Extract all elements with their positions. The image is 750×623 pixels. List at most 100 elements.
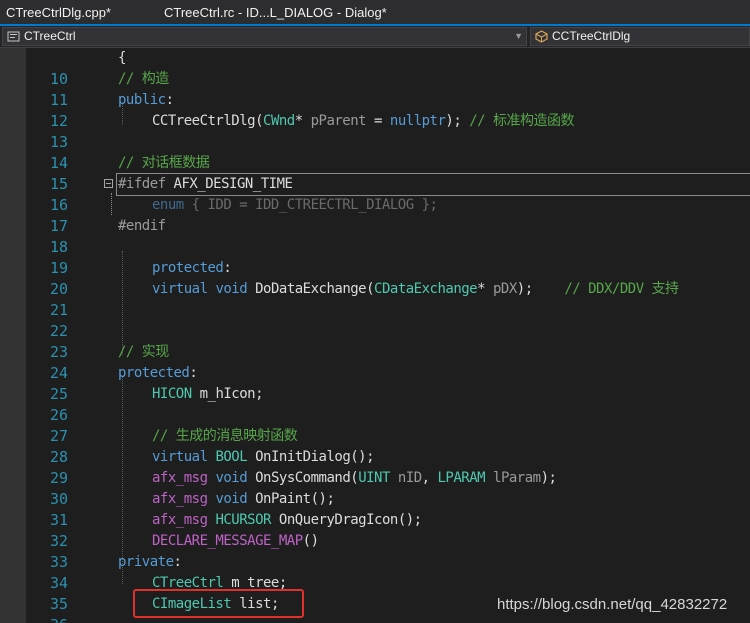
code-line-12: 12 public: bbox=[0, 90, 750, 130]
code-keyword: enum bbox=[152, 197, 184, 213]
code-text: virtual BOOL OnInitDialog(); bbox=[152, 447, 375, 468]
code-line-32: 32 afx_msg HCURSOR OnQueryDragIcon(); bbox=[0, 510, 750, 550]
code-line-15: 15 // 对话框数据 bbox=[0, 153, 750, 193]
code-text: { bbox=[118, 48, 126, 69]
chevron-down-icon: ▼ bbox=[514, 31, 523, 41]
code-line-16: 16 #ifdef AFX_DESIGN_TIME bbox=[0, 174, 750, 214]
code-token: CCTreeCtrlDlg( bbox=[152, 113, 264, 129]
code-keyword: virtual bbox=[152, 281, 208, 297]
code-text: HICON m_hIcon; bbox=[152, 384, 264, 405]
code-token: = bbox=[366, 113, 390, 129]
code-token: AFX_DESIGN_TIME bbox=[173, 176, 293, 192]
project-scope-dropdown[interactable]: CTreeCtrl ▼ bbox=[2, 27, 527, 46]
code-text: afx_msg HCURSOR OnQueryDragIcon(); bbox=[152, 510, 422, 531]
code-keyword: virtual bbox=[152, 449, 208, 465]
code-text: protected: bbox=[118, 363, 198, 384]
code-preprocessor: #ifdef bbox=[118, 176, 174, 192]
code-keyword: protected bbox=[118, 365, 190, 381]
code-text: // 生成的消息映射函数 bbox=[152, 426, 298, 447]
code-line-25: 25 protected: bbox=[0, 363, 750, 403]
code-comment: // 对话框数据 bbox=[118, 155, 210, 171]
code-line-26: 26 HICON m_hIcon; bbox=[0, 384, 750, 424]
code-text: // 构造 bbox=[118, 69, 169, 90]
code-type: CDataExchange bbox=[374, 281, 478, 297]
code-type: HICON bbox=[152, 386, 192, 402]
code-text: enum { IDD = IDD_CTREECTRL_DIALOG }; bbox=[152, 195, 438, 216]
code-line-35: 35 CTreeCtrl m_tree; bbox=[0, 573, 750, 613]
code-text: DECLARE_MESSAGE_MAP() bbox=[152, 531, 319, 552]
tab-ctreectrldlg-cpp[interactable]: CTreeCtrlDlg.cpp* bbox=[6, 0, 111, 24]
code-line-18: 18 #endif bbox=[0, 216, 750, 256]
project-icon bbox=[7, 31, 20, 42]
code-token: m_hIcon; bbox=[191, 386, 264, 402]
code-keyword: void bbox=[215, 281, 248, 297]
class-scope-dropdown[interactable]: CCTreeCtrlDlg bbox=[530, 27, 750, 46]
code-line-28: 28 // 生成的消息映射函数 bbox=[0, 426, 750, 466]
code-line-20: 20 protected: bbox=[0, 258, 750, 298]
code-line-31: 31 afx_msg void OnPaint(); bbox=[0, 489, 750, 529]
code-text: private: bbox=[118, 552, 182, 573]
code-text: #ifdef AFX_DESIGN_TIME bbox=[118, 174, 293, 195]
code-comment: // 实现 bbox=[118, 344, 169, 360]
code-token: DoDataExchange( bbox=[247, 281, 375, 297]
code-text: // 对话框数据 bbox=[118, 153, 210, 174]
code-token: OnQueryDragIcon bbox=[270, 512, 398, 528]
code-text: afx_msg void OnSysCommand(UINT nID, LPAR… bbox=[152, 468, 557, 489]
code-token: ); bbox=[516, 281, 565, 297]
navigation-bar: CTreeCtrl ▼ CCTreeCtrlDlg bbox=[0, 26, 750, 48]
code-parameter: pParent bbox=[310, 113, 367, 129]
code-comment: // 构造 bbox=[118, 71, 169, 87]
code-text: public: bbox=[118, 90, 174, 111]
code-token: (); bbox=[397, 512, 422, 528]
tab-ctreectrl-rc-dialog[interactable]: CTreeCtrl.rc - ID...L_DIALOG - Dialog* bbox=[164, 0, 387, 24]
code-line-13: 13 CCTreeCtrlDlg(CWnd* pParent = nullptr… bbox=[0, 111, 750, 151]
code-macro: afx_msg bbox=[152, 512, 208, 528]
code-token: ); bbox=[540, 470, 557, 486]
code-line-22: 22 bbox=[0, 300, 750, 340]
code-parameter: pDX bbox=[492, 281, 517, 297]
code-text: // 实现 bbox=[118, 342, 169, 363]
code-token: { bbox=[118, 50, 126, 66]
code-keyword: private bbox=[118, 554, 174, 570]
code-type: HCURSOR bbox=[215, 512, 271, 528]
code-type: CWnd bbox=[263, 113, 295, 129]
code-keyword: protected bbox=[152, 260, 224, 276]
code-line-34: 34 private: bbox=[0, 552, 750, 592]
code-type: UINT bbox=[358, 470, 390, 486]
code-line-17: 17 enum { IDD = IDD_CTREECTRL_DIALOG }; bbox=[0, 195, 750, 235]
code-text: CCTreeCtrlDlg(CWnd* pParent = nullptr); … bbox=[152, 111, 575, 132]
code-macro: DECLARE_MESSAGE_MAP bbox=[152, 533, 303, 549]
annotation-highlight-box bbox=[133, 589, 304, 618]
project-scope-label: CTreeCtrl bbox=[24, 29, 76, 43]
code-preprocessor: #endif bbox=[118, 218, 166, 234]
code-editor[interactable]: 10 { 11 // 构造 12 public: 13 CCTreeCtrlDl… bbox=[0, 48, 750, 623]
code-token: * bbox=[477, 281, 493, 297]
code-text: #endif bbox=[118, 216, 166, 237]
code-line-24: 24 // 实现 bbox=[0, 342, 750, 382]
code-keyword: public bbox=[118, 92, 166, 108]
document-tab-bar: CTreeCtrlDlg.cpp* CTreeCtrl.rc - ID...L_… bbox=[0, 0, 750, 26]
code-line-11: 11 // 构造 bbox=[0, 69, 750, 109]
code-token: : bbox=[173, 554, 182, 570]
code-inactive: { IDD = IDD_CTREECTRL_DIALOG }; bbox=[183, 197, 438, 213]
code-token: OnInitDialog bbox=[247, 449, 351, 465]
code-text: afx_msg void OnPaint(); bbox=[152, 489, 335, 510]
code-token: ); bbox=[445, 113, 470, 129]
code-line-14: 14 bbox=[0, 132, 750, 172]
code-token: (); bbox=[350, 449, 375, 465]
code-macro: afx_msg bbox=[152, 470, 208, 486]
code-token: (); bbox=[310, 491, 335, 507]
code-line-27: 27 bbox=[0, 405, 750, 445]
code-line-33: 33 DECLARE_MESSAGE_MAP() bbox=[0, 531, 750, 571]
code-token: : bbox=[223, 260, 232, 276]
code-type: BOOL bbox=[215, 449, 248, 465]
code-line-21: 21 virtual void DoDataExchange(CDataExch… bbox=[0, 279, 750, 319]
code-parameter: nID bbox=[397, 470, 422, 486]
code-line-30: 30 afx_msg void OnSysCommand(UINT nID, L… bbox=[0, 468, 750, 508]
code-parameter: lParam bbox=[493, 470, 541, 486]
code-line-10: 10 { bbox=[0, 48, 750, 88]
code-token: : bbox=[189, 365, 198, 381]
code-token: OnSysCommand( bbox=[247, 470, 359, 486]
